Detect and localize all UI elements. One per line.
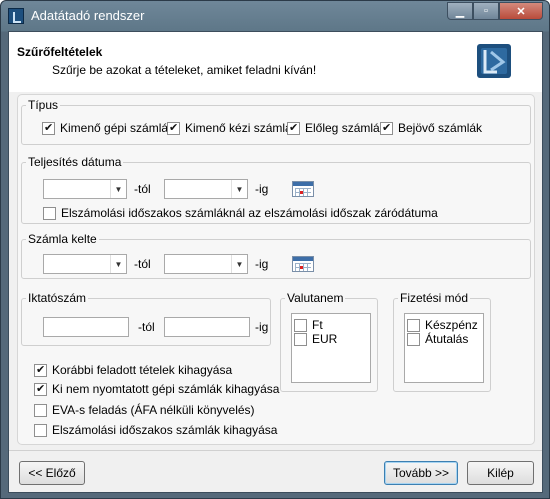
wizard-header: Szűrőfeltételek Szűrje be azokat a tétel… [9, 32, 542, 92]
checkbox-label: EUR [312, 332, 338, 346]
checkbox-box[interactable] [287, 121, 300, 135]
next-button[interactable]: Tovább >> [384, 461, 458, 485]
payment-method-list[interactable]: Készpénz Átutalás [404, 313, 484, 383]
close-button[interactable]: ✕ [499, 2, 543, 20]
checkbox-box[interactable] [34, 363, 47, 377]
checkbox-box[interactable] [294, 332, 307, 346]
calendar-icon[interactable] [292, 181, 314, 197]
chevron-down-icon[interactable]: ▼ [231, 255, 247, 273]
checkbox-label: Kimenő kézi számlák [185, 121, 298, 135]
caption-buttons: ▁ ▫ ✕ [447, 2, 543, 20]
type-group: Típus Kimenő gépi számlák Kimenő kézi sz… [21, 98, 531, 145]
type-outgoing-machine-checkbox[interactable]: Kimenő gépi számlák [42, 121, 174, 135]
footer-divider [9, 450, 542, 451]
type-incoming-checkbox[interactable]: Bejövő számlák [380, 121, 482, 135]
checkbox-label: Ft [312, 318, 323, 332]
payment-transfer-checkbox[interactable]: Átutalás [407, 332, 468, 346]
registration-number-to-input[interactable] [164, 317, 250, 337]
app-icon [8, 8, 24, 24]
payment-method-group-label: Fizetési mód [398, 291, 471, 305]
checkbox-box[interactable] [34, 403, 47, 417]
page-title: Szűrőfeltételek [17, 45, 103, 59]
currency-group: Valutanem Ft EUR [280, 291, 378, 392]
checkbox-label: Bejövő számlák [398, 121, 483, 135]
to-suffix: -ig [255, 257, 269, 271]
skip-unprinted-invoices-checkbox[interactable]: Ki nem nyomtatott gépi számlák kihagyása [34, 382, 279, 396]
app-logo-icon [477, 44, 511, 78]
exit-button[interactable]: Kilép [467, 461, 534, 485]
currency-list[interactable]: Ft EUR [291, 313, 371, 383]
back-button[interactable]: << Előző [19, 461, 85, 485]
type-group-label: Típus [26, 98, 61, 112]
checkbox-label: Készpénz [425, 318, 478, 332]
checkbox-label: Előleg számlák [305, 121, 386, 135]
skip-previous-items-checkbox[interactable]: Korábbi feladott tételek kihagyása [34, 363, 232, 377]
checkbox-label: Ki nem nyomtatott gépi számlák kihagyása [52, 382, 280, 396]
invoice-date-label: Számla kelte [26, 232, 99, 246]
checkbox-box[interactable] [407, 318, 420, 332]
page-subtitle: Szűrje be azokat a tételeket, amiket fel… [52, 63, 317, 77]
invoice-date-to-combo[interactable]: ▼ [164, 254, 248, 274]
checkbox-box[interactable] [34, 423, 47, 437]
registration-number-label: Iktatószám [26, 291, 89, 305]
currency-ft-checkbox[interactable]: Ft [294, 318, 323, 332]
from-suffix: -tól [138, 320, 155, 334]
window-title: Adatátadó rendszer [31, 8, 145, 23]
title-bar[interactable]: Adatátadó rendszer ▁ ▫ ✕ [1, 1, 549, 31]
to-suffix: -ig [255, 182, 269, 196]
invoice-date-from-combo[interactable]: ▼ [43, 254, 127, 274]
checkbox-label: Korábbi feladott tételek kihagyása [52, 363, 233, 377]
checkbox-label: Kimenő gépi számlák [60, 121, 175, 135]
completion-date-to-combo[interactable]: ▼ [164, 179, 248, 199]
checkbox-box[interactable] [42, 121, 55, 135]
type-advance-checkbox[interactable]: Előleg számlák [287, 121, 386, 135]
registration-number-from-input[interactable] [43, 317, 129, 337]
app-window: Adatátadó rendszer ▁ ▫ ✕ Szűrőfeltételek… [0, 0, 550, 499]
completion-date-from-combo[interactable]: ▼ [43, 179, 127, 199]
checkbox-box[interactable] [294, 318, 307, 332]
type-outgoing-manual-checkbox[interactable]: Kimenő kézi számlák [167, 121, 298, 135]
checkbox-label: Átutalás [425, 332, 469, 346]
settlement-period-closing-date-checkbox[interactable]: Elszámolási időszakos számláknál az elsz… [43, 206, 438, 220]
from-suffix: -tól [134, 257, 151, 271]
checkbox-box[interactable] [380, 121, 393, 135]
payment-cash-checkbox[interactable]: Készpénz [407, 318, 478, 332]
currency-eur-checkbox[interactable]: EUR [294, 332, 337, 346]
checkbox-label: Elszámolási időszakos számláknál az elsz… [61, 206, 438, 220]
currency-group-label: Valutanem [285, 291, 346, 305]
completion-date-group: Teljesítés dátuma ▼ -tól ▼ -ig Elszámolá… [21, 155, 531, 224]
registration-number-group: Iktatószám -tól -ig [21, 291, 271, 346]
minimize-button[interactable]: ▁ [447, 2, 473, 20]
invoice-date-group: Számla kelte ▼ -tól ▼ -ig [21, 232, 531, 279]
wizard-client-area: Szűrőfeltételek Szűrje be azokat a tétel… [8, 31, 543, 493]
maximize-button[interactable]: ▫ [473, 2, 499, 20]
checkbox-label: Elszámolási időszakos számlák kihagyása [52, 423, 278, 437]
checkbox-box[interactable] [167, 121, 180, 135]
checkbox-box[interactable] [43, 206, 56, 220]
checkbox-label: EVA-s feladás (ÁFA nélküli könyvelés) [52, 403, 255, 417]
checkbox-box[interactable] [407, 332, 420, 346]
chevron-down-icon[interactable]: ▼ [231, 180, 247, 198]
to-suffix: -ig [255, 320, 269, 334]
eva-submission-checkbox[interactable]: EVA-s feladás (ÁFA nélküli könyvelés) [34, 403, 255, 417]
filter-panel: Típus Kimenő gépi számlák Kimenő kézi sz… [17, 94, 535, 445]
checkbox-box[interactable] [34, 382, 47, 396]
calendar-icon[interactable] [292, 256, 314, 272]
skip-period-invoices-checkbox[interactable]: Elszámolási időszakos számlák kihagyása [34, 423, 277, 437]
completion-date-label: Teljesítés dátuma [26, 155, 124, 169]
from-suffix: -tól [134, 182, 151, 196]
chevron-down-icon[interactable]: ▼ [110, 180, 126, 198]
chevron-down-icon[interactable]: ▼ [110, 255, 126, 273]
payment-method-group: Fizetési mód Készpénz Átutalás [393, 291, 491, 392]
